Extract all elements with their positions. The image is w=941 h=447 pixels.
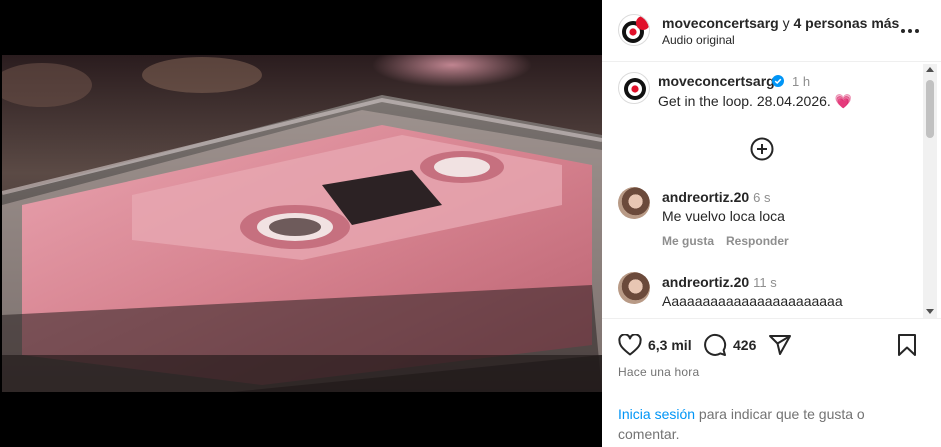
account-avatar[interactable] [618,14,650,46]
commenter-avatar[interactable] [618,272,650,304]
post-timestamp[interactable]: Hace una hora [618,365,699,379]
commenter-username[interactable]: andreortiz.20 [662,189,749,205]
comment-text: Aaaaaaaaaaaaaaaaaaaaaaa [662,293,843,309]
likes-count[interactable]: 6,3 mil [648,337,692,353]
caption-username[interactable]: moveconcertsarg [658,73,775,89]
post-actions-bar: 6,3 mil 426 Hace una hora Inicia sesión … [602,318,941,447]
more-options-icon[interactable] [898,19,922,43]
caption-timestamp[interactable]: 1 h [792,74,810,89]
post-authors[interactable]: moveconcertsarg y 4 personas más [662,15,899,31]
comments-scrollbar[interactable] [923,64,937,318]
audio-label[interactable]: Audio original [662,33,735,47]
authors-connector: y [778,15,794,31]
verified-badge-icon [772,75,784,87]
comment-bubble-icon[interactable] [703,333,727,357]
comment-timestamp[interactable]: 11 s [753,275,777,290]
commenter-line: andreortiz.20 6 s [662,189,770,205]
comments-count[interactable]: 426 [733,337,756,353]
post-details-panel: moveconcertsarg y 4 personas más Audio o… [602,0,941,447]
login-link[interactable]: Inicia sesión [618,406,695,422]
caption-avatar[interactable] [618,72,650,104]
load-more-comments-icon[interactable] [750,137,774,161]
caption-text: Get in the loop. 28.04.2026. 💗 [658,93,853,109]
comment-actions: Me gusta Responder [662,234,801,248]
heart-icon[interactable] [618,333,642,357]
scrollbar-thumb[interactable] [926,80,934,138]
cassette-video-frame [2,55,602,392]
share-paper-plane-icon[interactable] [768,333,792,357]
scroll-up-arrow-icon[interactable] [926,67,934,72]
bookmark-icon[interactable] [897,333,917,357]
move-concerts-logo-icon [624,78,646,100]
author-username[interactable]: moveconcertsarg [662,15,779,31]
move-concerts-logo-icon [622,16,649,43]
commenter-avatar[interactable] [618,187,650,219]
post-header: moveconcertsarg y 4 personas más Audio o… [602,0,941,62]
comment-timestamp[interactable]: 6 s [753,190,770,205]
commenter-line: andreortiz.20 11 s [662,274,777,290]
collaborators-link[interactable]: 4 personas más [794,15,900,31]
comment-reply-button[interactable]: Responder [726,234,789,248]
login-prompt: Inicia sesión para indicar que te gusta … [618,404,918,444]
post-media [0,0,602,447]
comment-item: andreortiz.20 11 s Aaaaaaaaaaaaaaaaaaaaaa… [602,272,922,318]
comment-like-button[interactable]: Me gusta [662,234,714,248]
scroll-down-arrow-icon[interactable] [926,309,934,314]
comment-text: Me vuelvo loca loca [662,208,785,224]
video-player[interactable] [2,55,602,392]
commenter-username[interactable]: andreortiz.20 [662,274,749,290]
comments-section: moveconcertsarg 1 h Get in the loop. 28.… [602,63,941,318]
comment-item: andreortiz.20 6 s Me vuelvo loca loca Me … [602,187,922,267]
